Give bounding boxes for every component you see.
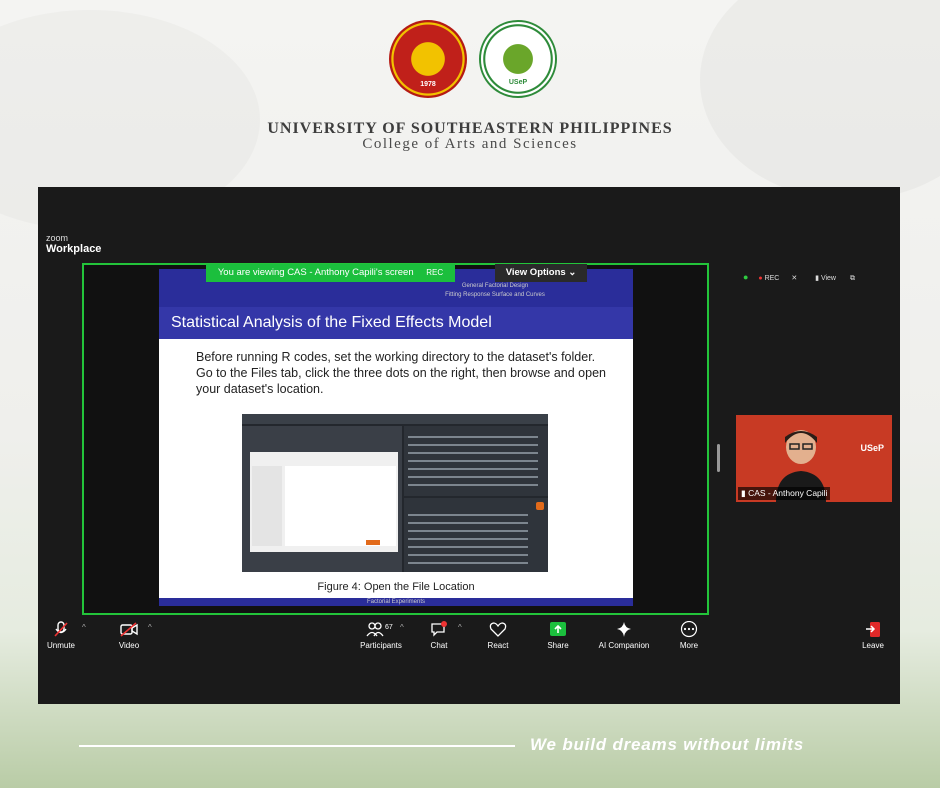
slide-header-line1: General Factorial Design [461,283,529,289]
header-logos: 1978 USeP [389,20,559,106]
background-leaf [700,0,940,200]
ai-companion-button[interactable]: AI Companion [594,621,654,650]
heart-icon [489,622,507,637]
audio-options-chevron-icon[interactable]: ^ [82,623,86,632]
three-dots-highlight-icon [536,502,544,510]
slide-footer: Factorial Experiments [159,598,633,606]
shield-icon: ● [743,272,749,282]
chat-options-chevron-icon[interactable]: ^ [458,623,462,632]
leave-button[interactable]: Leave [858,621,888,650]
view-label: View [820,275,836,282]
more-dots-icon [680,621,698,638]
video-label: Video [118,641,140,650]
slide-title: Statistical Analysis of the Fixed Effect… [159,307,633,339]
fullscreen-icon[interactable]: ⧉ [850,275,855,282]
share-button[interactable]: Share [543,621,573,650]
mic-off-small-icon: ✕ [791,275,798,282]
open-button-highlight [366,540,380,545]
participant-name-label: ▮ CAS - Anthony Capili [738,487,831,500]
dialog-sidebar [252,466,282,546]
dialog-file-list [285,466,396,546]
participant-name: CAS - Anthony Capili [748,488,828,498]
video-button[interactable]: Video [114,621,144,650]
mic-muted-icon [54,621,68,637]
file-browse-dialog [250,452,398,552]
view-button[interactable]: ▮ View [815,275,836,282]
participants-button[interactable]: 67 Participants [356,621,406,650]
usep-seal-logo: 1978 [389,20,467,98]
more-label: More [679,641,699,650]
video-options-chevron-icon[interactable]: ^ [148,623,152,632]
participants-count: 67 [385,624,393,631]
usep-seal-year: 1978 [420,81,436,88]
college-name: College of Arts and Sciences [362,136,578,152]
video-off-icon [120,622,138,637]
signal-icon: ▮ [741,488,746,498]
share-screen-icon [550,622,566,636]
meeting-status-bar: ● ● REC ✕ ▮ View ⧉ [743,272,855,286]
figure-caption: Figure 4: Open the File Location [317,581,475,593]
unmute-label: Unmute [46,641,75,650]
panel-resize-handle[interactable] [717,444,720,472]
slide-body-text: Before running R codes, set the working … [196,350,606,396]
record-icon: ● [758,275,763,282]
slide-header-line2: Fitting Response Surface and Curves [445,292,545,298]
rstudio-screenshot [242,414,548,572]
chevron-down-icon: ⌄ [568,267,577,278]
cas-seal-logo: USeP [479,20,557,98]
viewing-screen-banner: You are viewing CAS - Anthony Capili's s… [206,264,455,282]
slogan-text: We build dreams without limits [530,735,804,754]
unmute-button[interactable]: Unmute [44,621,78,650]
participants-icon: 67 [366,622,393,637]
chat-button[interactable]: Chat [424,621,454,650]
leave-icon [866,622,880,637]
participants-label: Participants [360,641,402,650]
presentation-slide: General Factorial Design Fitting Respons… [159,269,633,606]
zoom-workplace-label: Workplace [46,243,102,255]
footer-divider [79,745,515,747]
ai-companion-label: AI Companion [598,641,650,650]
chat-label: Chat [430,641,448,650]
participant-video-tile[interactable]: USeP ▮ CAS - Anthony Capili [736,415,892,502]
status-rec-label: REC [764,275,780,282]
share-label: Share [547,641,569,650]
banner-rec-label: REC [426,268,444,277]
rstudio-toolbar [242,414,548,424]
meeting-toolbar: Unmute ^ Video ^ 67 Participants ^ Chat … [38,617,900,662]
rstudio-files-pane [404,498,548,572]
zoom-meeting-window: zoom Workplace General Factorial Design … [38,187,900,704]
rstudio-environment-pane [404,426,548,496]
usep-tile-logo: USeP [860,443,884,453]
zoom-brand: zoom [46,233,69,243]
leave-label: Leave [862,641,884,650]
participants-options-chevron-icon[interactable]: ^ [400,623,404,632]
react-button[interactable]: React [482,621,514,650]
sparkle-icon [617,622,631,637]
view-options-button[interactable]: View Options ⌄ [495,264,587,282]
cas-seal-label: USeP [508,79,528,86]
react-label: React [487,641,509,650]
more-button[interactable]: More [674,621,704,650]
chat-icon [431,621,447,637]
viewing-banner-text: You are viewing CAS - Anthony Capili's s… [217,267,414,278]
view-options-label: View Options [505,267,566,278]
